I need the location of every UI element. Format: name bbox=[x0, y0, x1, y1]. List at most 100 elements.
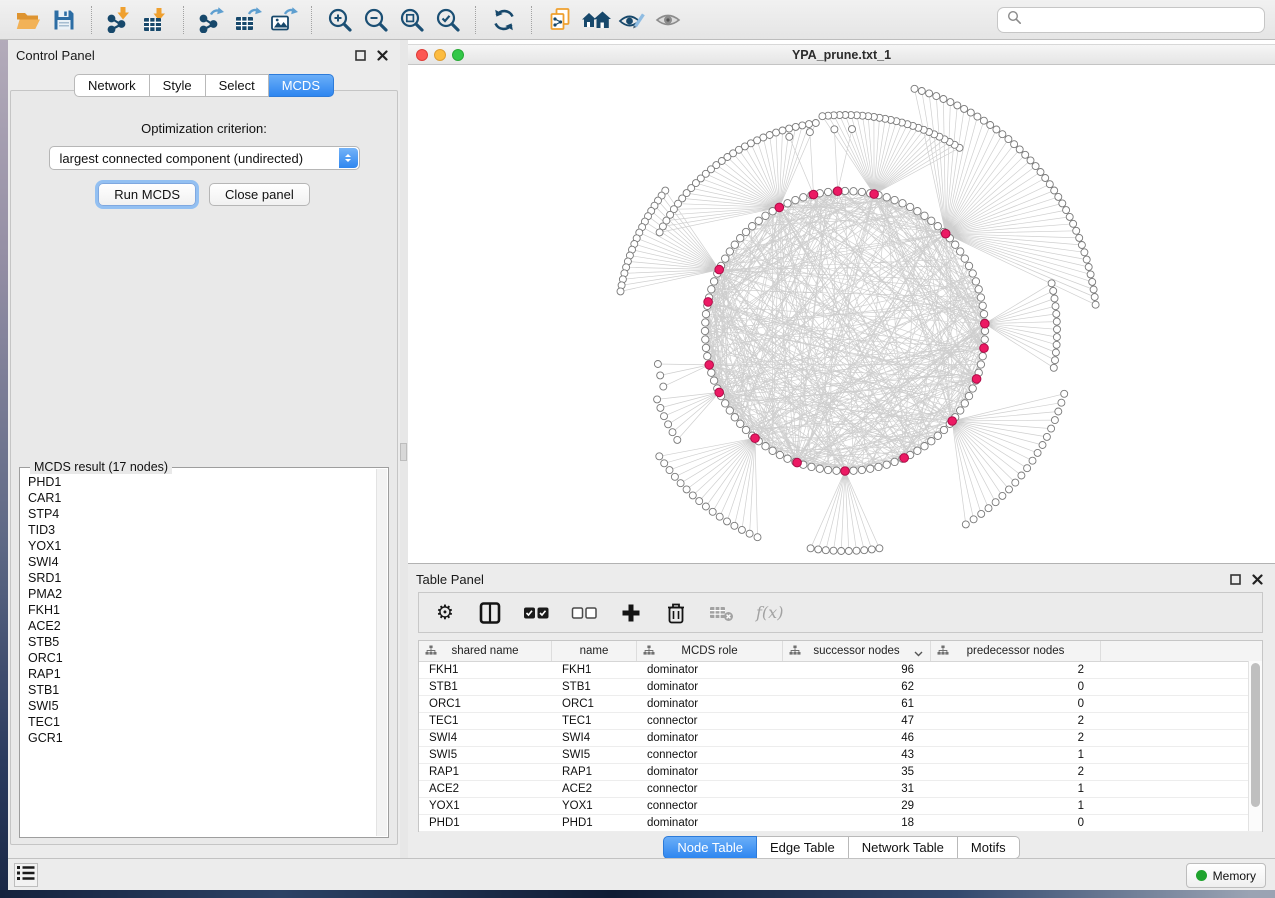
result-node-item[interactable]: SRD1 bbox=[28, 570, 376, 586]
result-node-item[interactable]: ACE2 bbox=[28, 618, 376, 634]
column-header-name[interactable]: name bbox=[552, 641, 637, 661]
app-toolbar-icons bbox=[10, 4, 686, 36]
hide-selected-icon[interactable] bbox=[614, 4, 650, 36]
table-scrollbar-thumb[interactable] bbox=[1251, 663, 1260, 807]
refresh-icon[interactable] bbox=[486, 4, 522, 36]
tab-network[interactable]: Network bbox=[74, 74, 150, 97]
column-label: shared name bbox=[451, 645, 518, 657]
table-row[interactable]: RAP1RAP1dominator352 bbox=[419, 764, 1262, 781]
cell-predecessor-nodes: 2 bbox=[931, 764, 1101, 780]
tab-network-table[interactable]: Network Table bbox=[849, 836, 958, 859]
cell-predecessor-nodes: 2 bbox=[931, 662, 1101, 678]
result-node-item[interactable]: TEC1 bbox=[28, 714, 376, 730]
cell-name: SWI4 bbox=[552, 730, 637, 746]
column-label: MCDS role bbox=[681, 645, 737, 657]
network-window-titlebar: YPA_prune.txt_1 bbox=[408, 44, 1275, 65]
table-row[interactable]: TEC1TEC1connector472 bbox=[419, 713, 1262, 730]
table-scrollbar[interactable] bbox=[1248, 661, 1262, 831]
result-node-item[interactable]: TID3 bbox=[28, 522, 376, 538]
result-node-item[interactable]: FKH1 bbox=[28, 602, 376, 618]
result-node-item[interactable]: ORC1 bbox=[28, 650, 376, 666]
result-node-item[interactable]: RAP1 bbox=[28, 666, 376, 682]
tab-mcds[interactable]: MCDS bbox=[269, 74, 334, 97]
column-header-successor-nodes[interactable]: successor nodes bbox=[783, 641, 931, 661]
import-table-icon[interactable] bbox=[138, 4, 174, 36]
result-node-item[interactable]: SWI5 bbox=[28, 698, 376, 714]
result-node-item[interactable]: YOX1 bbox=[28, 538, 376, 554]
search-box[interactable] bbox=[997, 7, 1265, 33]
tab-node-table[interactable]: Node Table bbox=[663, 836, 757, 859]
close-table-panel-icon[interactable] bbox=[1249, 571, 1265, 587]
table-row[interactable]: ACE2ACE2connector311 bbox=[419, 781, 1262, 798]
result-node-item[interactable]: SWI4 bbox=[28, 554, 376, 570]
table-row[interactable]: ORC1ORC1dominator610 bbox=[419, 696, 1262, 713]
toolbar-separator bbox=[91, 6, 93, 34]
export-image-icon[interactable] bbox=[266, 4, 302, 36]
control-panel-tabs: NetworkStyleSelectMCDS bbox=[74, 74, 334, 97]
export-network-icon[interactable] bbox=[194, 4, 230, 36]
zoom-fit-icon[interactable] bbox=[394, 4, 430, 36]
cell-predecessor-nodes: 1 bbox=[931, 798, 1101, 814]
search-input[interactable] bbox=[1028, 11, 1255, 28]
column-header-predecessor-nodes[interactable]: predecessor nodes bbox=[931, 641, 1101, 661]
first-neighbors-icon[interactable] bbox=[578, 4, 614, 36]
deselect-all-icon[interactable] bbox=[571, 600, 598, 626]
gear-icon[interactable]: ⚙ bbox=[433, 600, 457, 626]
cell-name: RAP1 bbox=[552, 764, 637, 780]
table-row[interactable]: PHD1PHD1dominator180 bbox=[419, 815, 1262, 832]
result-node-item[interactable]: PMA2 bbox=[28, 586, 376, 602]
table-row[interactable]: FKH1FKH1dominator962 bbox=[419, 662, 1262, 679]
table-header: shared name name MCDS role successor nodesp… bbox=[419, 641, 1262, 662]
export-table-icon[interactable] bbox=[230, 4, 266, 36]
result-node-item[interactable]: STP4 bbox=[28, 506, 376, 522]
select-all-icon[interactable] bbox=[523, 600, 550, 626]
import-network-icon[interactable] bbox=[102, 4, 138, 36]
panel-list-button[interactable] bbox=[14, 863, 38, 887]
tab-motifs[interactable]: Motifs bbox=[958, 836, 1020, 859]
table-row[interactable]: SWI5SWI5connector431 bbox=[419, 747, 1262, 764]
splitter-handle[interactable] bbox=[400, 443, 407, 461]
column-header-mcds-role[interactable]: MCDS role bbox=[637, 641, 783, 661]
table-row[interactable]: STB1STB1dominator620 bbox=[419, 679, 1262, 696]
float-table-panel-icon[interactable] bbox=[1227, 571, 1243, 587]
zoom-selected-icon[interactable] bbox=[430, 4, 466, 36]
cell-successor-nodes: 96 bbox=[783, 662, 931, 678]
cell-successor-nodes: 29 bbox=[783, 798, 931, 814]
run-mcds-button[interactable]: Run MCDS bbox=[98, 183, 196, 206]
table-row[interactable]: YOX1YOX1connector291 bbox=[419, 798, 1262, 815]
cell-name: SWI5 bbox=[552, 747, 637, 763]
delete-column-icon[interactable] bbox=[664, 600, 688, 626]
criterion-dropdown[interactable]: largest connected component (undirected) bbox=[49, 146, 360, 170]
close-panel-icon[interactable] bbox=[374, 47, 390, 63]
tab-style[interactable]: Style bbox=[150, 74, 206, 97]
result-node-item[interactable]: STB5 bbox=[28, 634, 376, 650]
memory-button[interactable]: Memory bbox=[1186, 863, 1266, 888]
result-node-item[interactable]: STB1 bbox=[28, 682, 376, 698]
add-column-icon[interactable] bbox=[619, 600, 643, 626]
result-node-item[interactable]: CAR1 bbox=[28, 490, 376, 506]
save-icon[interactable] bbox=[46, 4, 82, 36]
close-panel-button[interactable]: Close panel bbox=[209, 183, 310, 206]
table-row[interactable]: SWI4SWI4dominator462 bbox=[419, 730, 1262, 747]
open-icon[interactable] bbox=[10, 4, 46, 36]
network-canvas[interactable] bbox=[408, 66, 1275, 563]
split-columns-icon[interactable] bbox=[478, 600, 502, 626]
float-panel-icon[interactable] bbox=[352, 47, 368, 63]
sort-chevron-icon bbox=[914, 648, 923, 660]
zoom-out-icon[interactable] bbox=[358, 4, 394, 36]
duplicate-network-icon[interactable] bbox=[542, 4, 578, 36]
result-node-item[interactable]: PHD1 bbox=[28, 474, 376, 490]
tab-edge-table[interactable]: Edge Table bbox=[757, 836, 849, 859]
network-title: YPA_prune.txt_1 bbox=[408, 48, 1275, 62]
cell-mcds-role: connector bbox=[637, 798, 783, 814]
tab-select[interactable]: Select bbox=[206, 74, 269, 97]
control-panel-title: Control Panel bbox=[16, 48, 95, 63]
mcds-result-title: MCDS result (17 nodes) bbox=[30, 460, 172, 474]
zoom-in-icon[interactable] bbox=[322, 4, 358, 36]
column-header-shared-name[interactable]: shared name bbox=[419, 641, 552, 661]
result-node-item[interactable]: GCR1 bbox=[28, 730, 376, 746]
cell-shared-name: YOX1 bbox=[419, 798, 552, 814]
show-all-icon[interactable] bbox=[650, 4, 686, 36]
cell-shared-name: TEC1 bbox=[419, 713, 552, 729]
result-scrollbar[interactable] bbox=[376, 469, 387, 836]
